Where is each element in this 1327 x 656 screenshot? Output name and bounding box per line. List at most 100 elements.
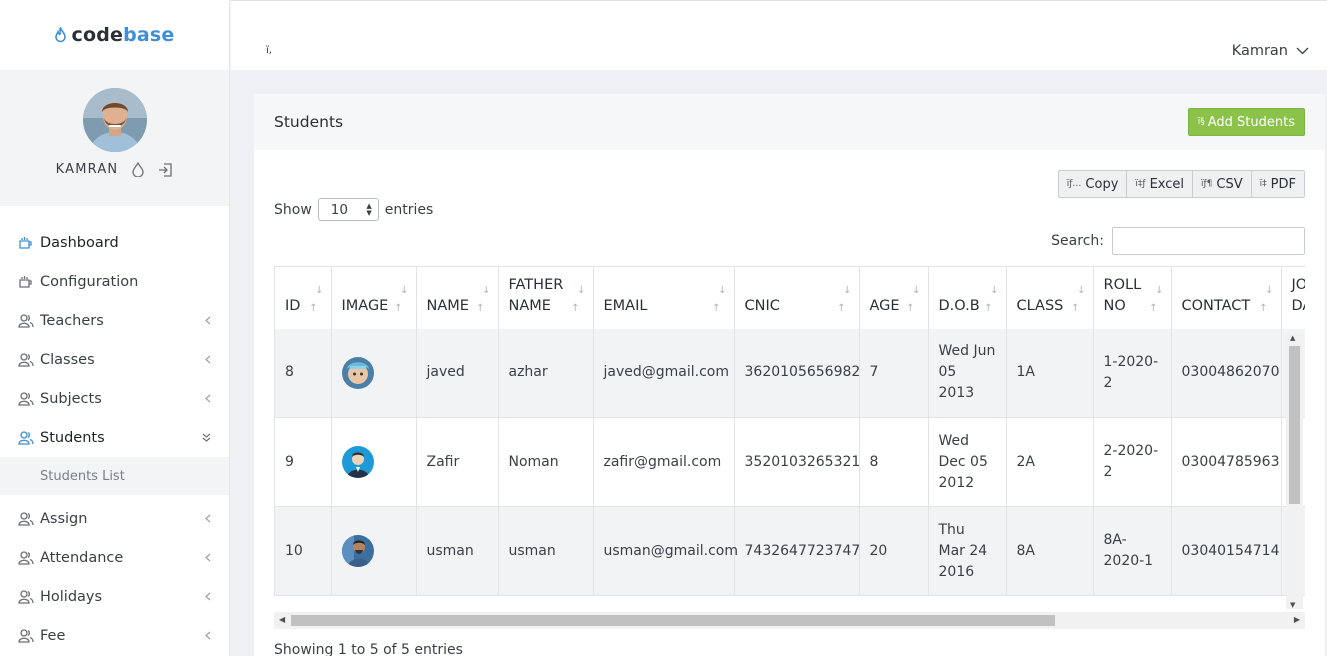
cell-contact: [1171, 595, 1282, 596]
column-header-label: AGE: [869, 297, 900, 314]
cell-contact: 03040154714: [1171, 506, 1282, 596]
column-header-joining-date[interactable]: JO DA: [1281, 266, 1305, 329]
cell-cnic: 3620105656982: [734, 328, 860, 418]
column-header-id[interactable]: ID ↑ ↓: [275, 266, 332, 329]
sidebar-item-dashboard[interactable]: Dashboard: [0, 223, 229, 262]
column-header-father-name[interactable]: FATHER NAME ↑ ↓: [498, 266, 594, 329]
sort-arrows-icon: ↑ ↓: [837, 284, 852, 314]
cell-dob: Wed Jun 05 2013: [928, 328, 1007, 418]
vertical-scroll-thumb[interactable]: [1289, 346, 1300, 504]
pdf-label: PDF: [1270, 176, 1296, 192]
search-input[interactable]: [1112, 227, 1305, 255]
copy-button[interactable]: ïƒ… Copy: [1057, 170, 1128, 198]
profile-row: KAMRAN: [56, 162, 174, 177]
sidebar-item-attendance[interactable]: Attendance: [0, 538, 229, 577]
cell-dob: [928, 595, 1007, 596]
sidebar-item-fee[interactable]: Fee: [0, 616, 229, 655]
column-header-image[interactable]: IMAGE ↑ ↓: [331, 266, 417, 329]
cell-name: Zafir: [416, 417, 499, 507]
column-header-label: EMAIL: [603, 297, 648, 314]
scroll-right-arrow-icon[interactable]: ▶: [1294, 615, 1300, 624]
avatar[interactable]: [82, 88, 147, 152]
column-header-roll-no[interactable]: ROLL NO ↑ ↓: [1093, 266, 1172, 329]
csv-button[interactable]: ïƒ¶ CSV: [1192, 170, 1252, 198]
logout-icon[interactable]: [158, 162, 173, 177]
column-header-label: CNIC: [744, 297, 780, 314]
table-row[interactable]: 10 usman usman usman@gmail.com 743264772…: [275, 506, 1305, 596]
sidebar-item-teachers[interactable]: Teachers: [0, 301, 229, 340]
chevron-left-icon: [205, 631, 211, 640]
chevron-left-icon: [205, 316, 211, 325]
sort-arrows-icon: ↑ ↓: [476, 284, 491, 314]
add-glyph: ï§: [1197, 117, 1205, 127]
profile-panel: KAMRAN: [0, 70, 229, 206]
column-header-class[interactable]: CLASS ↑ ↓: [1006, 266, 1094, 329]
horizontal-scrollbar[interactable]: ◀ ▶: [274, 612, 1305, 629]
users-icon: [18, 589, 40, 604]
user-menu[interactable]: Kamran: [1232, 43, 1309, 59]
cell-age: 8: [859, 417, 929, 507]
cell-image: [331, 328, 417, 418]
sort-arrows-icon: ↑ ↓: [1149, 284, 1164, 314]
sidebar-subitem-label: Students List: [40, 468, 125, 484]
cell-id: 8: [275, 328, 332, 418]
theme-drop-icon[interactable]: [132, 162, 145, 177]
scroll-down-arrow-icon[interactable]: ▼: [1290, 601, 1295, 609]
column-header-email[interactable]: EMAIL ↑ ↓: [593, 266, 735, 329]
excel-glyph: ï‡ƒ: [1135, 179, 1146, 189]
dashboard-icon: [18, 236, 40, 250]
scroll-left-arrow-icon[interactable]: ◀: [279, 615, 285, 624]
table-row[interactable]: [275, 595, 1305, 596]
sidebar-item-students[interactable]: Students: [0, 418, 229, 457]
sidebar-nav: Dashboard Configuration Teachers Classes: [0, 223, 229, 655]
cell-cnic: 3520103265321: [734, 417, 860, 507]
cell-id: 10: [275, 506, 332, 596]
sidebar-item-subjects[interactable]: Subjects: [0, 379, 229, 418]
users-icon: [18, 430, 40, 445]
table-row[interactable]: 8 javed azhar javed@gmail.com 3620105656…: [275, 328, 1305, 418]
brand-part1: code: [71, 24, 124, 46]
students-table-wrapper: ID ↑ ↓ IMAGE ↑ ↓ NAME ↑ ↓ FATHER NAME ↑ ↓ EMAIL ↑…: [274, 266, 1305, 596]
pdf-glyph: ï‡: [1259, 179, 1267, 189]
sidebar-item-label: Configuration: [40, 273, 139, 290]
sidebar-item-holidays[interactable]: Holidays: [0, 577, 229, 616]
horizontal-scroll-thumb[interactable]: [291, 615, 1055, 626]
sidebar-item-label: Attendance: [40, 549, 124, 566]
cell-cnic: 7432647723747: [734, 506, 860, 596]
table-info: Showing 1 to 5 of 5 entries: [274, 642, 463, 656]
scroll-up-arrow-icon[interactable]: ▲: [1290, 334, 1295, 342]
cell-age: 7: [859, 328, 929, 418]
column-header-contact[interactable]: CONTACT ↑ ↓: [1171, 266, 1282, 329]
column-header-label: NAME: [426, 297, 469, 314]
column-header-name[interactable]: NAME ↑ ↓: [416, 266, 499, 329]
column-header-age[interactable]: AGE ↑ ↓: [859, 266, 929, 329]
cell-roll-no: 8A-2020-1: [1093, 506, 1172, 596]
select-arrows-icon: ▲ ▼: [366, 201, 372, 217]
column-header-label: D.O.B: [938, 297, 980, 314]
users-icon: [18, 352, 40, 367]
sidebar-item-label: Subjects: [40, 390, 102, 407]
table-row[interactable]: 9 Zafir Noman zafir@gmail.com 3520103265…: [275, 417, 1305, 507]
chevron-down-icon: [1296, 43, 1309, 59]
sidebar-item-configuration[interactable]: Configuration: [0, 262, 229, 301]
pdf-button[interactable]: ï‡ PDF: [1250, 170, 1305, 198]
page-length-select[interactable]: 10 ▲ ▼: [317, 198, 379, 221]
sidebar-item-classes[interactable]: Classes: [0, 340, 229, 379]
brand-logo[interactable]: code base: [0, 0, 229, 70]
vertical-scrollbar[interactable]: ▲ ▼: [1286, 334, 1303, 609]
student-photo: [341, 535, 374, 567]
menu-toggle-glyph[interactable]: ï,: [266, 45, 272, 56]
export-buttons: ïƒ… Copy ï‡ƒ Excel ïƒ¶ CSV ï‡ PDF: [1057, 170, 1305, 198]
sidebar-item-assign[interactable]: Assign: [0, 499, 229, 538]
column-header-cnic[interactable]: CNIC ↑ ↓: [734, 266, 860, 329]
sidebar-subitem-students-list[interactable]: Students List: [0, 457, 229, 495]
chevron-left-icon: [205, 355, 211, 364]
column-header-dob[interactable]: D.O.B ↑ ↓: [928, 266, 1007, 329]
cell-age: [859, 595, 929, 596]
page-length-control: Show 10 ▲ ▼ entries: [274, 198, 433, 221]
chevron-left-icon: [205, 553, 211, 562]
add-students-button[interactable]: ï§ Add Students: [1187, 108, 1305, 136]
sidebar-item-label: Dashboard: [40, 234, 119, 251]
cell-class: 2A: [1006, 417, 1094, 507]
excel-button[interactable]: ï‡ƒ Excel: [1126, 170, 1194, 198]
